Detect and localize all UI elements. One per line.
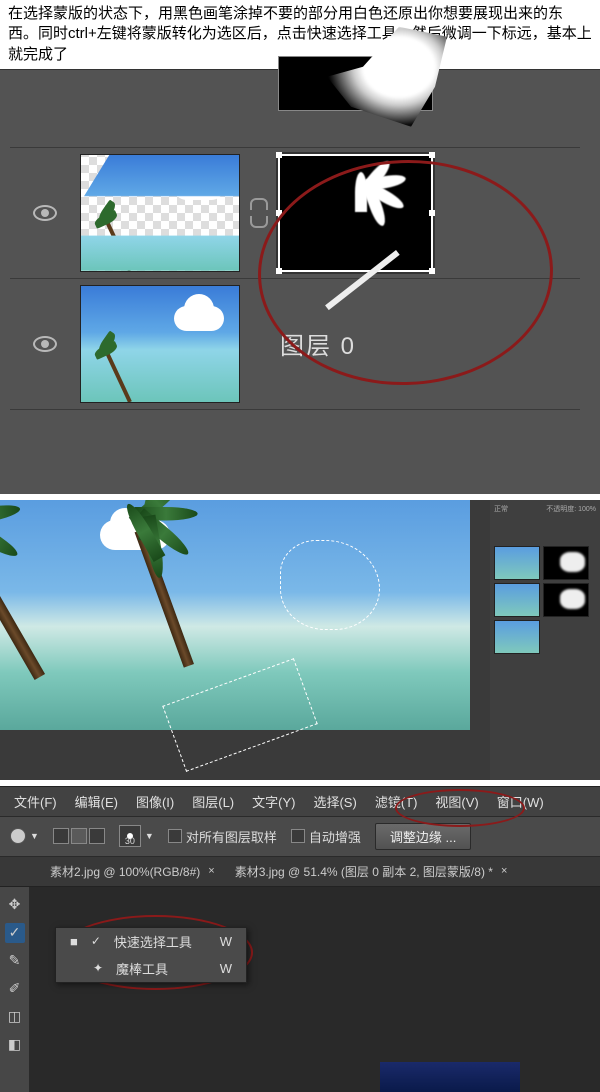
- selection-subtract-icon[interactable]: [89, 828, 105, 844]
- auto-enhance-checkbox[interactable]: [291, 829, 305, 843]
- mini-layer-thumb[interactable]: [494, 546, 540, 580]
- quick-select-icon: ✓: [88, 933, 104, 949]
- refine-edge-button[interactable]: 调整边缘 ...: [375, 823, 471, 850]
- selection-marquee: [280, 540, 380, 630]
- selection-marquee: [162, 658, 317, 772]
- blend-mode-label[interactable]: 正常: [494, 504, 508, 524]
- main-canvas[interactable]: [0, 500, 490, 780]
- tool-preset-icon[interactable]: [10, 828, 26, 844]
- crop-tool-icon[interactable]: ◫: [5, 1007, 25, 1027]
- mini-mask-thumb[interactable]: [543, 583, 589, 617]
- magic-wand-icon: ✦: [90, 960, 106, 976]
- menu-select[interactable]: 选择(S): [313, 792, 356, 811]
- layer-mask-thumbnail[interactable]: [278, 56, 433, 111]
- auto-enhance-label: 自动增强: [309, 827, 361, 846]
- chevron-down-icon[interactable]: ▼: [145, 831, 154, 841]
- chevron-down-icon[interactable]: ▼: [30, 831, 39, 841]
- menu-toolbar-screenshot: 文件(F) 编辑(E) 图像(I) 图层(L) 文字(Y) 选择(S) 滤镜(T…: [0, 786, 600, 1074]
- brush-size-picker[interactable]: 30: [119, 825, 141, 847]
- layer-thumbnail[interactable]: [80, 154, 240, 272]
- eyedropper-tool-icon[interactable]: ✎: [5, 951, 25, 971]
- mini-layer-thumb[interactable]: [494, 620, 540, 654]
- visibility-eye-icon[interactable]: [33, 336, 57, 352]
- brush-tool-icon[interactable]: ✐: [5, 979, 25, 999]
- mini-layer-thumb[interactable]: [494, 583, 540, 617]
- sample-all-layers-checkbox[interactable]: [168, 829, 182, 843]
- tool-icon[interactable]: ◧: [5, 1035, 25, 1055]
- mini-mask-thumb[interactable]: [543, 546, 589, 580]
- menu-layer[interactable]: 图层(L): [192, 792, 234, 811]
- document-tab[interactable]: 素材3.jpg @ 51.4% (图层 0 副本 2, 图层蒙版/8) *×: [235, 863, 508, 880]
- document-tab[interactable]: 素材2.jpg @ 100%(RGB/8#)×: [50, 863, 215, 880]
- selection-new-icon[interactable]: [53, 828, 69, 844]
- quick-select-tool-icon[interactable]: ✓: [5, 923, 25, 943]
- layer-mask-thumbnail-selected[interactable]: [278, 154, 433, 272]
- document-tabs: 素材2.jpg @ 100%(RGB/8#)× 素材3.jpg @ 51.4% …: [0, 857, 600, 887]
- mini-layers-panel: 正常 不透明度: 100%: [490, 500, 600, 780]
- tool-box: ✥ ✓ ✎ ✐ ◫ ◧: [0, 887, 30, 1092]
- menu-image[interactable]: 图像(I): [136, 792, 174, 811]
- close-icon[interactable]: ×: [208, 865, 214, 877]
- menu-filter[interactable]: 滤镜(T): [375, 792, 418, 811]
- move-tool-icon[interactable]: ✥: [5, 895, 25, 915]
- layer-thumbnail[interactable]: [80, 285, 240, 403]
- opacity-label[interactable]: 不透明度: 100%: [546, 504, 596, 524]
- sample-all-layers-label: 对所有图层取样: [186, 827, 277, 846]
- magic-wand-tool-item[interactable]: ✦ 魔棒工具 W: [56, 955, 246, 982]
- menu-edit[interactable]: 编辑(E): [75, 792, 118, 811]
- quick-select-tool-item[interactable]: ■ ✓ 快速选择工具 W: [56, 928, 246, 955]
- layer-name-label[interactable]: 图层 0: [280, 326, 356, 361]
- menu-view[interactable]: 视图(V): [435, 792, 478, 811]
- menu-type[interactable]: 文字(Y): [252, 792, 295, 811]
- layers-panel-screenshot: 图层 0: [0, 69, 600, 494]
- menu-file[interactable]: 文件(F): [14, 792, 57, 811]
- visibility-eye-icon[interactable]: [33, 205, 57, 221]
- selection-add-icon[interactable]: [71, 828, 87, 844]
- menu-window[interactable]: 窗口(W): [497, 792, 544, 811]
- tool-flyout-menu: ■ ✓ 快速选择工具 W ✦ 魔棒工具 W: [55, 927, 247, 983]
- canvas-screenshot: 正常 不透明度: 100%: [0, 500, 600, 780]
- link-layer-mask-icon[interactable]: [250, 198, 268, 228]
- main-menu-bar: 文件(F) 编辑(E) 图像(I) 图层(L) 文字(Y) 选择(S) 滤镜(T…: [0, 787, 600, 817]
- options-bar: ▼ 30 ▼ 对所有图层取样 自动增强 调整边缘 ...: [0, 817, 600, 857]
- close-icon[interactable]: ×: [501, 865, 507, 877]
- document-canvas[interactable]: [30, 887, 600, 1092]
